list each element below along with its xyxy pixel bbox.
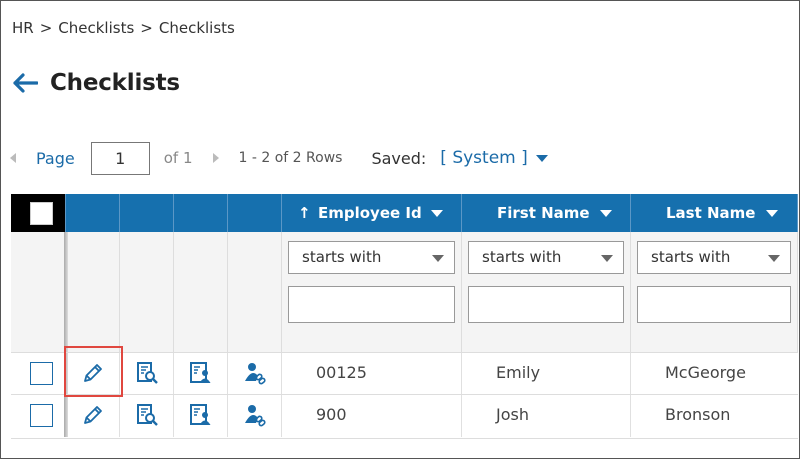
column-header-label: Last Name bbox=[666, 204, 756, 222]
previous-page-icon[interactable] bbox=[10, 153, 16, 163]
user-link-icon[interactable] bbox=[242, 360, 268, 386]
cell-first-name: Josh bbox=[462, 395, 631, 437]
cell-last-name: McGeorge bbox=[665, 363, 746, 382]
employee-card-icon[interactable] bbox=[188, 402, 214, 428]
filter-operator-value: starts with bbox=[651, 248, 731, 266]
first-name-filter-operator[interactable]: starts with bbox=[468, 241, 624, 274]
column-header-first-name[interactable]: First Name bbox=[462, 194, 631, 232]
row-select-cell bbox=[11, 395, 66, 437]
column-menu-icon[interactable] bbox=[766, 210, 778, 217]
employee-id-filter-operator[interactable]: starts with bbox=[288, 241, 455, 274]
sort-ascending-icon: ↑ bbox=[298, 204, 311, 222]
view-cell bbox=[120, 395, 174, 437]
breadcrumb-separator: > bbox=[140, 19, 153, 37]
filter-cell-first-name: starts with bbox=[462, 232, 631, 352]
grid-bottom-border bbox=[11, 438, 798, 439]
row-select-cell bbox=[11, 353, 66, 395]
page-number-input[interactable]: 1 bbox=[90, 141, 150, 175]
last-name-filter-input[interactable] bbox=[637, 286, 791, 323]
edit-cell bbox=[66, 353, 120, 395]
header-action-col bbox=[228, 194, 282, 232]
chevron-down-icon bbox=[601, 255, 613, 262]
filter-cell bbox=[228, 232, 282, 352]
cell-employee-id: 900 bbox=[282, 395, 462, 437]
chevron-down-icon bbox=[432, 255, 444, 262]
edit-cell bbox=[66, 395, 120, 437]
filter-operator-value: starts with bbox=[302, 248, 382, 266]
filter-operator-value: starts with bbox=[482, 248, 562, 266]
employee-card-cell bbox=[174, 353, 228, 395]
column-header-employee-id[interactable]: ↑ Employee Id bbox=[282, 194, 462, 232]
breadcrumb-item-hr[interactable]: HR bbox=[12, 19, 34, 37]
column-header-label: Employee Id bbox=[318, 204, 422, 222]
back-arrow-icon[interactable] bbox=[12, 72, 38, 94]
breadcrumb-item-current: Checklists bbox=[158, 19, 235, 37]
rows-info: 1 - 2 of 2 Rows bbox=[238, 150, 343, 166]
user-link-cell bbox=[228, 353, 282, 395]
user-link-cell bbox=[228, 395, 282, 437]
table-row[interactable]: 900 Josh Bronson bbox=[11, 394, 798, 437]
header-action-col bbox=[174, 194, 228, 232]
select-all-checkbox[interactable] bbox=[30, 202, 53, 225]
breadcrumb-item-checklists[interactable]: Checklists bbox=[58, 19, 134, 37]
filter-cell bbox=[11, 232, 66, 352]
view-details-icon[interactable] bbox=[134, 402, 160, 428]
column-header-last-name[interactable]: Last Name bbox=[631, 194, 798, 232]
page-total: of 1 bbox=[163, 149, 193, 167]
edit-pencil-icon[interactable] bbox=[80, 360, 106, 386]
table-row[interactable]: 00125 Emily McGeorge bbox=[11, 352, 798, 395]
saved-view-dropdown[interactable]: [ System ] bbox=[440, 148, 548, 168]
pager: Page 1 of 1 1 - 2 of 2 Rows Saved: [ Sys… bbox=[10, 141, 548, 175]
saved-label: Saved: bbox=[371, 148, 427, 168]
row-checkbox[interactable] bbox=[30, 362, 53, 385]
filter-cell bbox=[120, 232, 174, 352]
filter-cell-last-name: starts with bbox=[631, 232, 798, 352]
employee-id-filter-input[interactable] bbox=[288, 286, 455, 323]
user-link-icon[interactable] bbox=[242, 402, 268, 428]
breadcrumb: HR > Checklists > Checklists bbox=[12, 19, 235, 37]
header-action-col bbox=[66, 194, 120, 232]
saved-view-value: [ System ] bbox=[440, 148, 528, 168]
employee-card-icon[interactable] bbox=[188, 360, 214, 386]
row-checkbox[interactable] bbox=[30, 404, 53, 427]
first-name-filter-input[interactable] bbox=[468, 286, 624, 323]
column-menu-icon[interactable] bbox=[431, 210, 443, 217]
filter-cell-employee-id: starts with bbox=[282, 232, 462, 352]
view-cell bbox=[120, 353, 174, 395]
cell-employee-id: 00125 bbox=[282, 353, 462, 395]
cell-first-name: Emily bbox=[462, 353, 631, 395]
header-action-col bbox=[120, 194, 174, 232]
filter-cell bbox=[66, 232, 120, 352]
select-all-header bbox=[11, 194, 66, 232]
page-label: Page bbox=[36, 148, 75, 168]
chevron-down-icon bbox=[535, 154, 548, 162]
column-menu-icon[interactable] bbox=[600, 210, 612, 217]
chevron-down-icon bbox=[768, 255, 780, 262]
edit-pencil-icon[interactable] bbox=[80, 402, 106, 428]
next-page-icon[interactable] bbox=[212, 153, 219, 163]
filter-cell bbox=[174, 232, 228, 352]
page-title: Checklists bbox=[50, 70, 180, 96]
view-details-icon[interactable] bbox=[134, 360, 160, 386]
breadcrumb-separator: > bbox=[39, 19, 53, 37]
last-name-filter-operator[interactable]: starts with bbox=[637, 241, 791, 274]
cell-last-name: Bronson bbox=[665, 405, 731, 424]
employee-card-cell bbox=[174, 395, 228, 437]
column-header-label: First Name bbox=[497, 204, 590, 222]
title-row: Checklists bbox=[12, 70, 180, 96]
